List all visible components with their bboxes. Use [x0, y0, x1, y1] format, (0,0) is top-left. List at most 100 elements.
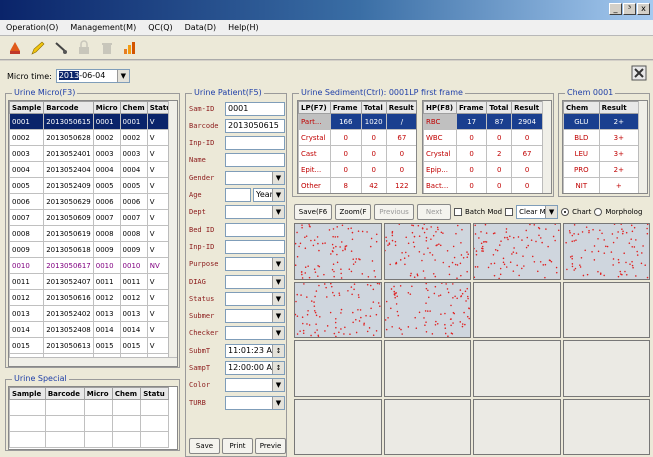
patient-input[interactable]: 0001: [225, 101, 285, 116]
table-row[interactable]: 0013 2013052402 0013 0013 V: [9, 305, 175, 322]
column-header[interactable]: Result: [511, 101, 543, 114]
table-row[interactable]: Bact... 0 0 0: [423, 177, 543, 193]
table-row[interactable]: URO3+: [564, 194, 639, 195]
patient-input[interactable]: [225, 136, 285, 151]
table-row[interactable]: Cast 0 0 0: [298, 145, 416, 162]
micro-time-picker[interactable]: 2013-06-04 ▼: [55, 69, 130, 83]
table-row[interactable]: GLU 2+: [563, 113, 640, 130]
table-row[interactable]: 0009 2013050618 0009 0009 V: [9, 241, 175, 258]
chevron-down-icon[interactable]: ▼: [272, 310, 284, 323]
table-row[interactable]: RBC 17 87 2904: [423, 113, 543, 130]
patient-input[interactable]: [225, 222, 285, 237]
table-row[interactable]: NIT +: [563, 177, 640, 193]
table-row[interactable]: LEU 3+: [563, 145, 640, 162]
patient-input[interactable]: ▼: [225, 257, 285, 272]
save-frame-button[interactable]: Save(F6: [294, 204, 332, 220]
table-row[interactable]: BLD 3+: [563, 129, 640, 146]
patient-input[interactable]: [225, 153, 285, 168]
column-header[interactable]: LP(F7): [298, 101, 331, 114]
table-row[interactable]: 0011 2013052407 0011 0011 V: [9, 273, 175, 290]
patient-input[interactable]: 11:01:23 A ↕: [225, 343, 285, 358]
patient-input[interactable]: ▼: [225, 395, 285, 410]
close-button[interactable]: x: [637, 3, 650, 15]
chevron-down-icon[interactable]: ▼: [272, 171, 284, 184]
batch-mode-checkbox[interactable]: [454, 208, 462, 216]
patient-input[interactable]: ▼: [225, 170, 285, 185]
column-header[interactable]: Result: [598, 101, 640, 114]
column-header[interactable]: Barcode: [44, 387, 85, 400]
chart-icon[interactable]: [121, 39, 139, 57]
column-header[interactable]: Statu: [140, 387, 169, 400]
column-header[interactable]: Chem: [111, 387, 142, 400]
age-unit-select[interactable]: Year ▼: [253, 188, 285, 202]
chevron-down-icon[interactable]: ▼: [116, 70, 129, 82]
table-row[interactable]: 0004 2013052404 0004 0004 V: [9, 161, 175, 178]
table-row[interactable]: 0014 2013052408 0014 0014 V: [9, 321, 175, 338]
bell-icon[interactable]: [6, 39, 24, 57]
table-row[interactable]: Part... 166 1020/: [298, 113, 416, 130]
table-row[interactable]: Crystal 0 0 67: [298, 129, 416, 146]
table-row[interactable]: 0015 2013050613 0015 0015 V: [9, 337, 175, 354]
table-row[interactable]: 0001 2013050615 0001 0001 V: [9, 113, 175, 130]
clear-mark-select[interactable]: Clear Mar ▼: [516, 205, 559, 219]
column-header[interactable]: Barcode: [43, 101, 94, 114]
chevron-down-icon[interactable]: ▼: [272, 396, 284, 409]
table-row[interactable]: PRO 2+: [563, 161, 640, 178]
spinner-icon[interactable]: ↕: [272, 344, 284, 357]
frame-thumbnail[interactable]: [383, 223, 471, 280]
table-row[interactable]: 0012 2013050616 0012 0012 V: [9, 289, 175, 306]
chevron-down-icon[interactable]: ▼: [272, 327, 284, 340]
table-row[interactable]: 0008 2013050619 0008 0008 V: [9, 225, 175, 242]
scrollbar[interactable]: [542, 101, 551, 193]
spinner-icon[interactable]: ↕: [272, 362, 284, 374]
chart-radio[interactable]: [561, 208, 570, 216]
table-row[interactable]: 0003 2013052401 0003 0003 V: [9, 145, 175, 162]
scrollbar[interactable]: [638, 101, 647, 193]
chevron-down-icon[interactable]: ▼: [272, 292, 284, 305]
table-row[interactable]: WBC 0 0 0: [423, 129, 543, 146]
chevron-down-icon[interactable]: ▼: [272, 379, 284, 392]
menu-item[interactable]: Data(D): [179, 23, 223, 32]
chevron-down-icon[interactable]: ▼: [272, 258, 284, 271]
patient-input[interactable]: ▼: [225, 309, 285, 324]
column-header[interactable]: Chem: [563, 101, 600, 114]
column-header[interactable]: Total: [486, 101, 513, 114]
exit-icon[interactable]: [631, 65, 647, 81]
frame-thumbnail[interactable]: [294, 223, 382, 280]
column-header[interactable]: Micro: [83, 387, 113, 400]
column-header[interactable]: Frame: [455, 101, 488, 114]
menu-item[interactable]: Operation(O): [0, 23, 64, 32]
table-row[interactable]: Epit... 0 0 0: [298, 161, 416, 178]
restore-button[interactable]: ³: [623, 3, 636, 15]
zoom-button[interactable]: Zoom(F: [335, 204, 371, 220]
table-row[interactable]: Other000: [424, 194, 543, 195]
table-row[interactable]: Epip... 0 0 0: [423, 161, 543, 178]
column-header[interactable]: Micro: [92, 101, 121, 114]
table-row[interactable]: 0006 2013050629 0006 0006 V: [9, 193, 175, 210]
patient-input[interactable]: ▼: [225, 205, 285, 220]
frame-thumbnail[interactable]: [294, 281, 382, 338]
patient-input[interactable]: 2013050615: [225, 118, 285, 133]
table-row[interactable]: 0002 2013050628 0002 0002 V: [9, 129, 175, 146]
column-header[interactable]: HP(F8): [423, 101, 457, 114]
pencil-icon[interactable]: [29, 39, 47, 57]
frame-thumbnail[interactable]: [562, 223, 650, 280]
menu-item[interactable]: Help(H): [222, 23, 265, 32]
frame-thumbnail[interactable]: [383, 281, 471, 338]
table-row[interactable]: 0010 2013050617 0010 0010 NV: [9, 257, 175, 274]
column-header[interactable]: Sample: [9, 387, 46, 400]
trash-icon[interactable]: [98, 39, 116, 57]
patient-input[interactable]: ▼: [225, 274, 285, 289]
column-header[interactable]: Sample: [9, 101, 45, 114]
minimize-button[interactable]: _: [609, 3, 622, 15]
patient-input[interactable]: ▼: [225, 326, 285, 341]
patient-input[interactable]: [225, 239, 285, 254]
patient-input[interactable]: ▼: [225, 291, 285, 306]
table-row[interactable]: Other 8 42 122: [298, 177, 416, 193]
horizontal-scrollbar[interactable]: [9, 357, 177, 366]
table-row[interactable]: Crystal 0 2 67: [423, 145, 543, 162]
patient-action-button[interactable]: Print: [222, 438, 253, 454]
lock-icon[interactable]: [75, 39, 93, 57]
patient-input[interactable]: 12:00:00 A ↕: [225, 361, 285, 375]
column-header[interactable]: Result: [385, 101, 416, 114]
